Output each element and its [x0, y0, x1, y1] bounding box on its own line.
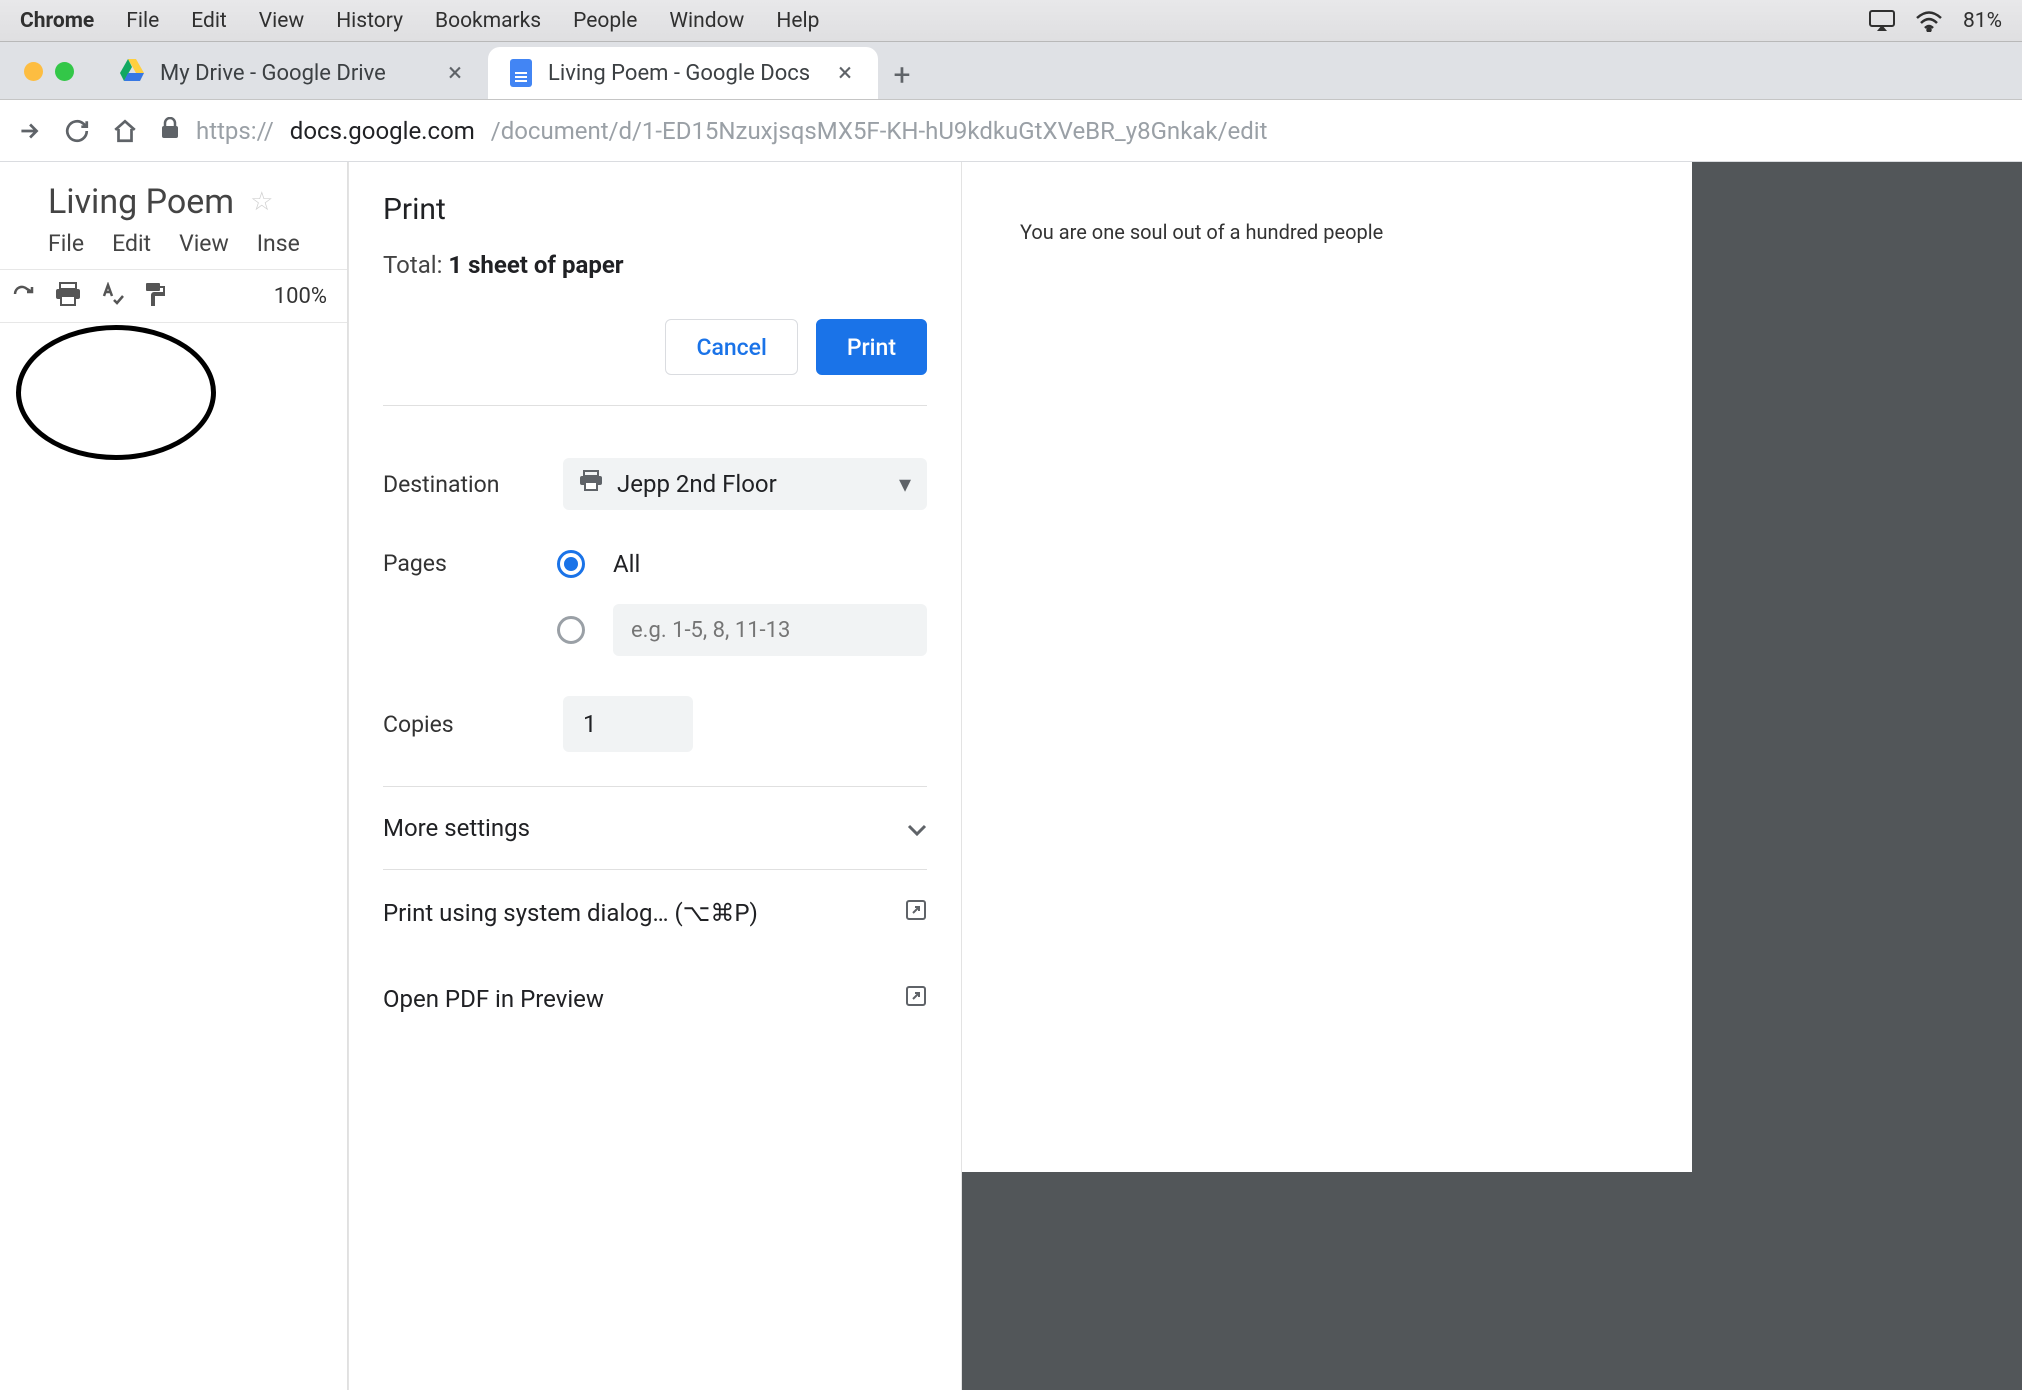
address-bar: https:// docs.google.com/document/d/1-ED1… [0, 100, 2022, 162]
macos-menubar: Chrome File Edit View History Bookmarks … [0, 0, 2022, 42]
minimize-dot[interactable] [24, 62, 43, 81]
battery-text: 81% [1963, 9, 2002, 33]
new-tab-button[interactable]: + [878, 51, 926, 99]
home-button[interactable] [112, 118, 138, 144]
tab-docs[interactable]: Living Poem - Google Docs × [488, 47, 878, 99]
preview-page: You are one soul out of a hundred people [962, 162, 1692, 1172]
pages-all-label: All [613, 550, 640, 578]
destination-value: Jepp 2nd Floor [617, 470, 777, 498]
pages-all-radio[interactable] [557, 550, 585, 578]
copies-label: Copies [383, 711, 563, 738]
tab-title: My Drive - Google Drive [160, 61, 386, 86]
maximize-dot[interactable] [55, 62, 74, 81]
docs-toolbar: 100% [0, 269, 347, 323]
airplay-icon[interactable] [1869, 10, 1895, 32]
docmenu-view[interactable]: View [179, 230, 229, 257]
pages-range-radio[interactable] [557, 616, 585, 644]
menu-edit[interactable]: Edit [191, 9, 227, 33]
menu-people[interactable]: People [573, 9, 637, 33]
redo-icon[interactable] [12, 284, 36, 309]
menu-bookmarks[interactable]: Bookmarks [435, 9, 541, 33]
chevron-down-icon [907, 813, 927, 843]
docmenu-insert[interactable]: Inse [257, 230, 300, 257]
browser-tabstrip: My Drive - Google Drive × Living Poem - … [0, 42, 2022, 100]
docs-icon [510, 59, 532, 87]
window-controls[interactable] [0, 62, 98, 99]
url-host: docs.google.com [290, 117, 475, 145]
open-pdf-link[interactable]: Open PDF in Preview [383, 956, 927, 1042]
printer-icon [579, 470, 603, 498]
print-heading: Print [383, 192, 927, 227]
url-path: /document/d/1-ED15NzuxjsqsMX5F-KH-hU9kdk… [491, 117, 1268, 145]
external-link-icon [905, 985, 927, 1013]
paint-format-icon[interactable] [142, 281, 166, 312]
close-icon[interactable]: × [444, 58, 466, 88]
forward-button[interactable] [16, 118, 42, 144]
destination-label: Destination [383, 471, 563, 498]
app-name[interactable]: Chrome [20, 9, 94, 33]
print-icon[interactable] [54, 281, 82, 312]
system-dialog-link[interactable]: Print using system dialog… (⌥⌘P) [383, 870, 927, 956]
print-total: Total: 1 sheet of paper [383, 251, 927, 279]
reload-button[interactable] [64, 118, 90, 144]
menu-help[interactable]: Help [776, 9, 819, 33]
print-dialog: Print Total: 1 sheet of paper Cancel Pri… [348, 162, 962, 1390]
lock-icon [160, 117, 180, 145]
document-title[interactable]: Living Poem [48, 182, 234, 222]
pages-label: Pages [383, 550, 557, 577]
menu-view[interactable]: View [259, 9, 304, 33]
menu-file[interactable]: File [126, 9, 159, 33]
wifi-icon[interactable] [1915, 10, 1943, 32]
copies-input[interactable] [563, 696, 693, 752]
print-preview-area: You are one soul out of a hundred people [962, 162, 2022, 1390]
more-settings-toggle[interactable]: More settings [383, 786, 927, 870]
print-button[interactable]: Print [816, 319, 927, 375]
close-icon[interactable]: × [834, 58, 856, 88]
external-link-icon [905, 899, 927, 927]
tab-title: Living Poem - Google Docs [548, 61, 810, 86]
cancel-button[interactable]: Cancel [665, 319, 797, 375]
star-icon[interactable]: ☆ [250, 187, 273, 217]
menu-history[interactable]: History [336, 9, 403, 33]
zoom-level[interactable]: 100% [274, 284, 327, 309]
drive-icon [120, 59, 144, 87]
url-field[interactable]: https:// docs.google.com/document/d/1-ED1… [160, 117, 1267, 145]
preview-text: You are one soul out of a hundred people [1020, 220, 1383, 244]
docmenu-file[interactable]: File [48, 230, 84, 257]
url-scheme: https:// [196, 117, 274, 145]
tab-drive[interactable]: My Drive - Google Drive × [98, 47, 488, 99]
pages-range-input[interactable] [613, 604, 927, 656]
docs-chrome: Living Poem ☆ File Edit View Inse 100% [0, 162, 348, 1390]
chevron-down-icon: ▾ [899, 470, 911, 498]
menu-window[interactable]: Window [669, 9, 744, 33]
spellcheck-icon[interactable] [100, 282, 124, 311]
destination-select[interactable]: Jepp 2nd Floor ▾ [563, 458, 927, 510]
docmenu-edit[interactable]: Edit [112, 230, 151, 257]
